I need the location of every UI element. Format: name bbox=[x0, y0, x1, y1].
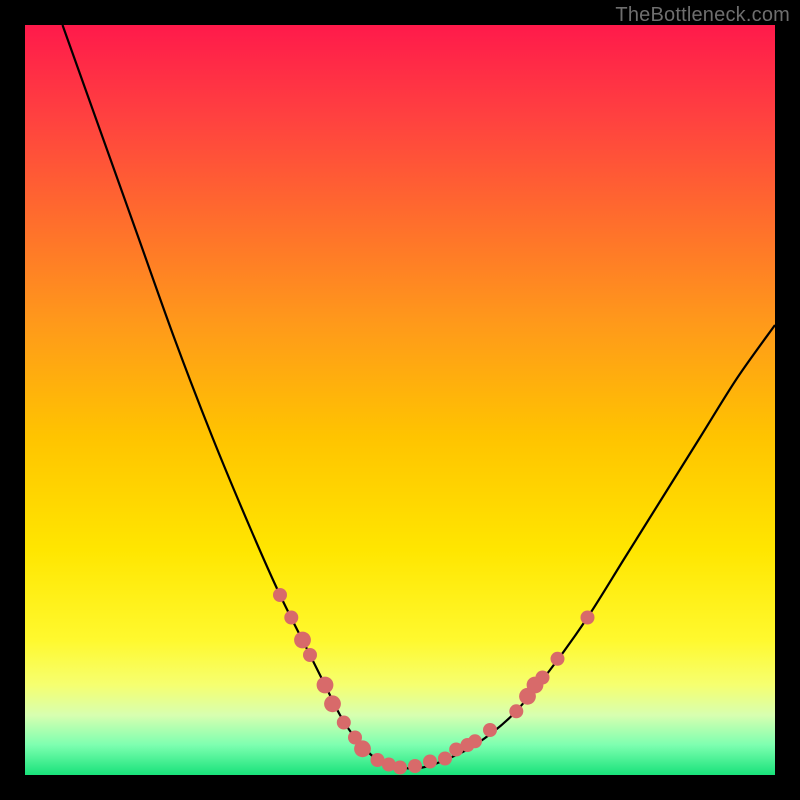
curve-marker bbox=[294, 632, 311, 649]
curve-marker bbox=[438, 752, 452, 766]
bottleneck-curve bbox=[63, 25, 776, 768]
watermark-text: TheBottleneck.com bbox=[615, 4, 790, 27]
curve-marker bbox=[423, 755, 437, 769]
curve-marker bbox=[393, 761, 407, 775]
curve-marker bbox=[273, 588, 287, 602]
curve-marker bbox=[317, 677, 334, 694]
curve-marker bbox=[337, 716, 351, 730]
curve-marker bbox=[324, 695, 341, 712]
curve-marker bbox=[468, 734, 482, 748]
bottleneck-chart bbox=[25, 25, 775, 775]
curve-marker bbox=[581, 611, 595, 625]
curve-marker bbox=[551, 652, 565, 666]
curve-marker bbox=[536, 671, 550, 685]
curve-marker bbox=[509, 704, 523, 718]
curve-marker bbox=[303, 648, 317, 662]
curve-marker bbox=[354, 740, 371, 757]
curve-markers bbox=[273, 588, 595, 775]
curve-marker bbox=[483, 723, 497, 737]
curve-marker bbox=[408, 759, 422, 773]
curve-marker bbox=[284, 611, 298, 625]
